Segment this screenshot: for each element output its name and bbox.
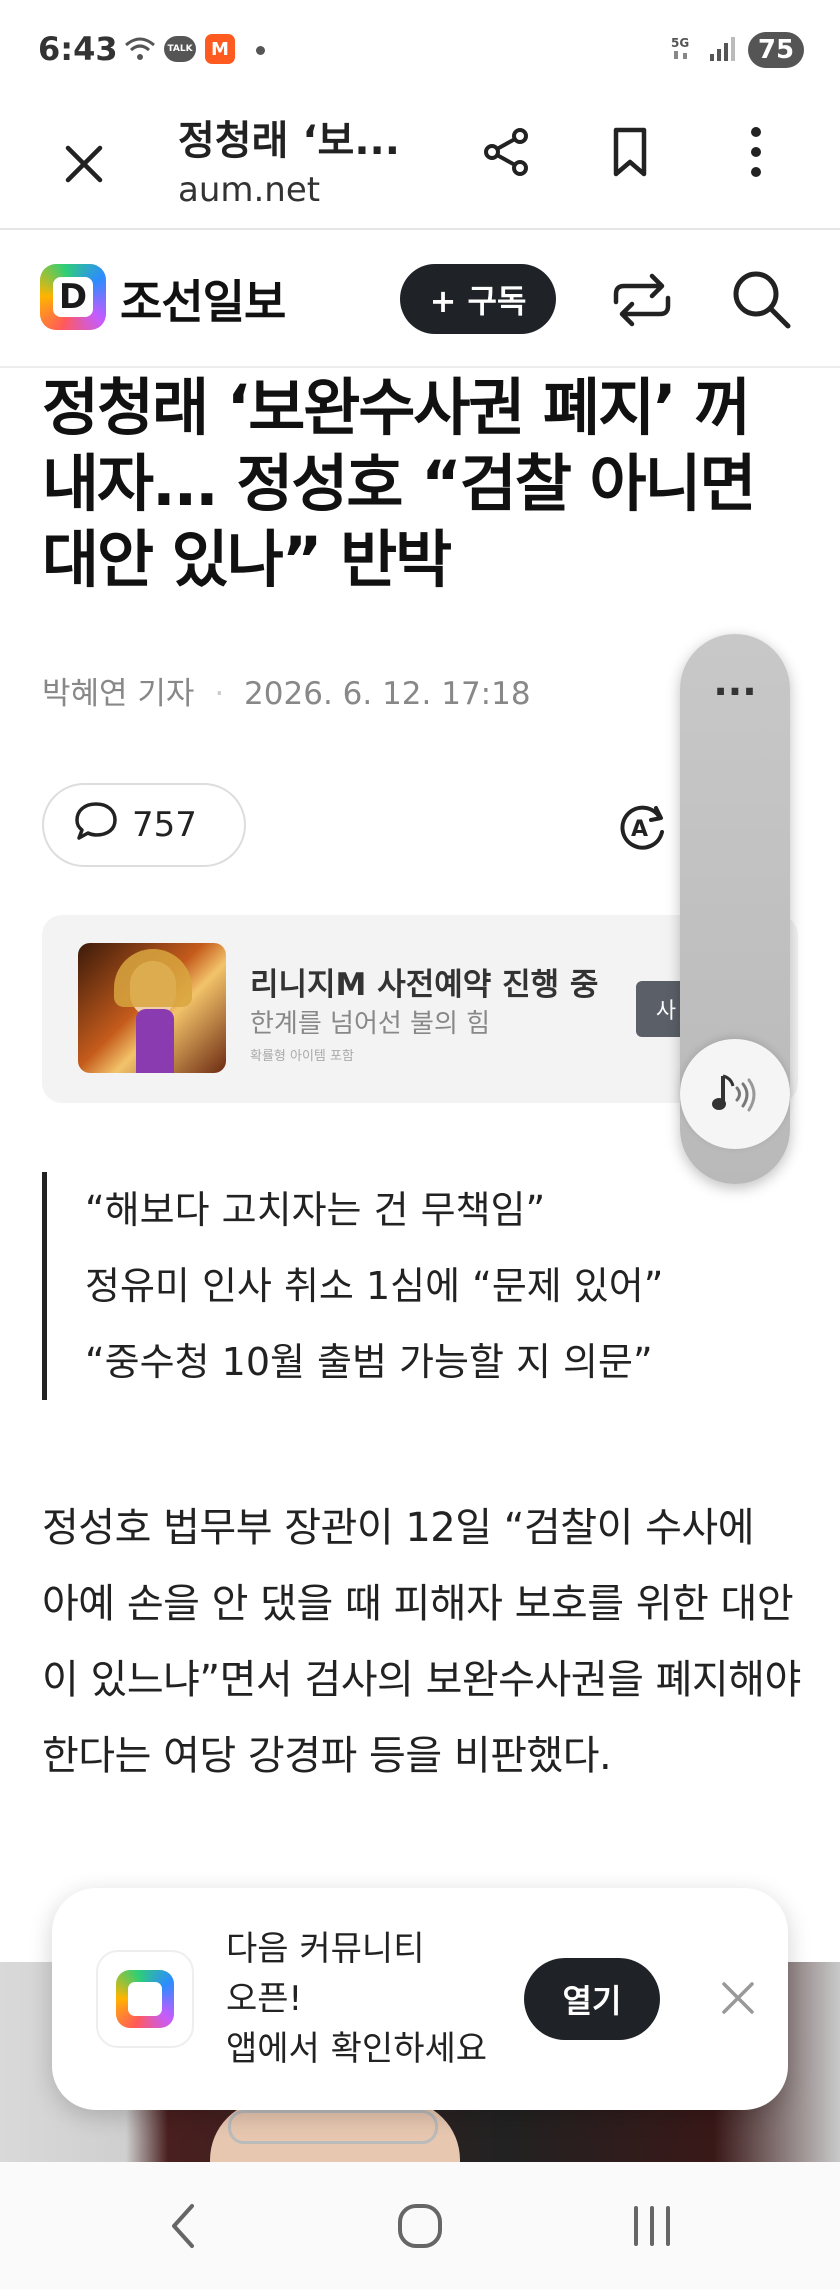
photo-glasses [228, 2110, 438, 2144]
search-icon[interactable] [726, 264, 796, 334]
author-name[interactable]: 박혜연 기자 [42, 676, 194, 712]
banner-line: 다음 커뮤니티 [226, 1929, 425, 1969]
system-navigation-bar [0, 2162, 840, 2289]
banner-line: 앱에서 확인하세요 [226, 2029, 488, 2069]
translate-icon[interactable]: A [612, 796, 672, 856]
ad-image [78, 943, 226, 1073]
daum-logo[interactable]: D [40, 264, 106, 330]
share-icon[interactable] [476, 122, 536, 182]
panel-more-icon[interactable]: ... [680, 663, 790, 701]
battery-indicator: 75 [748, 32, 804, 68]
summary-quote: “중수청 10월 출범 가능할 지 의문” [85, 1340, 653, 1384]
banner-message: 다음 커뮤니티 오픈! 앱에서 확인하세요 [226, 1924, 487, 2074]
app-promo-banner[interactable]: 다음 커뮤니티 오픈! 앱에서 확인하세요 열기 [52, 1888, 788, 2110]
open-app-button[interactable]: 열기 [524, 1958, 660, 2040]
repost-icon[interactable] [608, 266, 676, 334]
signal-5g-icon: 5G [670, 34, 706, 64]
back-icon[interactable] [160, 2198, 210, 2254]
home-icon[interactable] [392, 2198, 448, 2254]
app-notification-icon: M [202, 34, 238, 64]
dot-icon [256, 46, 265, 55]
summary-quote: “해보다 고치자는 건 무책임” [85, 1188, 546, 1232]
recent-apps-icon[interactable] [624, 2198, 680, 2254]
talk-icon: TALK [162, 34, 198, 64]
signal-bars-icon [708, 34, 738, 64]
comment-icon [74, 800, 118, 851]
browser-toolbar: 정청래 ‘보... aum.net [0, 100, 840, 230]
site-header: D 조선일보 + 구독 [0, 230, 840, 368]
daum-app-icon [96, 1950, 194, 2048]
subscribe-button[interactable]: + 구독 [400, 264, 556, 334]
page-url[interactable]: aum.net [178, 170, 358, 210]
article-summary-quotes: “해보다 고치자는 건 무책임” 정유미 인사 취소 1심에 “문제 있어” “… [42, 1172, 802, 1400]
bookmark-icon[interactable] [600, 122, 660, 182]
article-headline: 정청래 ‘보완수사권 폐지’ 꺼내자... 정성호 “검찰 아니면 대안 있나”… [42, 371, 757, 596]
close-icon[interactable] [708, 1968, 768, 2028]
audio-play-button[interactable] [680, 1039, 790, 1149]
close-icon[interactable] [58, 138, 110, 190]
publisher-name[interactable]: 조선일보 [120, 266, 286, 332]
article-byline: 박혜연 기자 · 2026. 6. 12. 17:18 [42, 676, 531, 712]
more-options-icon[interactable] [726, 122, 786, 182]
publish-date: 2026. 6. 12. 17:18 [244, 676, 531, 712]
ad-disclaimer: 확률형 아이템 포함 [250, 1049, 354, 1064]
svg-text:5G: 5G [671, 36, 689, 50]
banner-line: 오픈! [226, 1979, 303, 2019]
article-body: 정성호 법무부 장관이 12일 “검찰이 수사에 아예 손을 안 댔을 때 피해… [42, 1505, 801, 1779]
comment-count: 757 [132, 805, 197, 845]
ad-subtitle: 한계를 넘어선 불의 힘 [250, 1009, 491, 1039]
status-time: 6:43 [38, 30, 118, 68]
ad-title: 리니지M 사전예약 진행 중 [250, 967, 599, 1003]
wifi-icon [122, 34, 158, 64]
summary-quote: 정유미 인사 취소 1심에 “문제 있어” [85, 1264, 664, 1308]
sound-icon [712, 1074, 756, 1112]
svg-text:A: A [631, 817, 648, 842]
floating-tts-panel[interactable]: ... [680, 634, 790, 1184]
status-bar: 6:43 TALK M 5G 75 [0, 0, 840, 100]
page-title: 정청래 ‘보... [178, 118, 400, 164]
comments-button[interactable]: 757 [42, 783, 246, 867]
